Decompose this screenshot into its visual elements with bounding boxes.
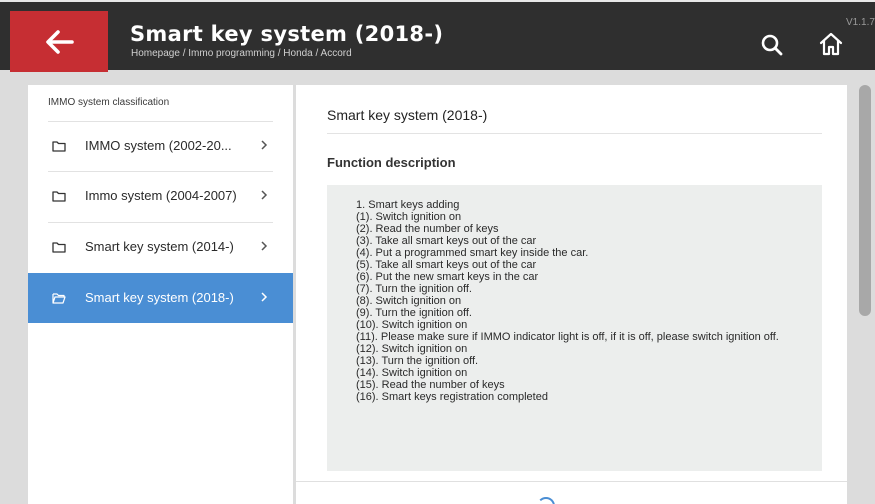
description-line: (16). Smart keys registration completed (356, 391, 548, 403)
folder-icon (52, 191, 66, 202)
folder-icon (52, 242, 66, 253)
page-title: Smart key system (2018-) (130, 22, 444, 46)
description-line: (13). Turn the ignition off. (356, 355, 479, 367)
search-icon (761, 34, 783, 56)
divider (48, 171, 273, 172)
function-description[interactable]: 1. Smart keys adding (1). Switch ignitio… (327, 185, 822, 471)
description-line: (11). Please make sure if IMMO indicator… (356, 331, 779, 343)
description-line: (2). Read the number of keys (356, 223, 499, 235)
home-icon (819, 32, 843, 56)
content-title: Smart key system (2018-) (327, 107, 488, 123)
sidebar: IMMO system classification IMMO system (… (28, 85, 293, 504)
breadcrumb: Homepage / Immo programming / Honda / Ac… (131, 48, 352, 59)
divider (48, 121, 273, 122)
description-line: (4). Put a programmed smart key inside t… (356, 247, 589, 259)
description-line: 1. Smart keys adding (356, 199, 460, 211)
folder-open-icon (52, 293, 66, 304)
sidebar-item-smart-key-2018[interactable]: Smart key system (2018-) (28, 273, 293, 323)
description-line: (10). Switch ignition on (356, 319, 468, 331)
sidebar-item-label: Immo system (2004-2007) (85, 188, 237, 203)
description-line: (12). Switch ignition on (356, 343, 468, 355)
folder-icon (52, 141, 66, 152)
back-button[interactable] (10, 11, 108, 72)
sidebar-item-smart-key-2014[interactable]: Smart key system (2014-) (28, 222, 293, 272)
content-panel: Smart key system (2018-) Function descri… (296, 85, 847, 504)
description-line: (9). Turn the ignition off. (356, 307, 472, 319)
arrow-left-icon (46, 29, 74, 54)
sidebar-item-immo-2002[interactable]: IMMO system (2002-20... (28, 121, 293, 171)
sidebar-heading: IMMO system classification (48, 97, 170, 108)
divider (296, 481, 847, 482)
description-line: (15). Read the number of keys (356, 379, 505, 391)
divider (48, 222, 273, 223)
section-heading: Function description (327, 155, 456, 170)
description-line: (14). Switch ignition on (356, 367, 468, 379)
chevron-right-icon (261, 190, 268, 200)
sidebar-item-immo-2004[interactable]: Immo system (2004-2007) (28, 171, 293, 221)
scrollbar[interactable] (859, 85, 871, 316)
search-button[interactable] (759, 32, 785, 58)
description-line: (1). Switch ignition on (356, 211, 462, 223)
description-line: (6). Put the new smart keys in the car (356, 271, 539, 283)
action-button[interactable] (537, 497, 555, 504)
divider (327, 133, 822, 134)
description-line: (8). Switch ignition on (356, 295, 462, 307)
chevron-right-icon (261, 292, 268, 302)
description-line: (3). Take all smart keys out of the car (356, 235, 537, 247)
sidebar-item-label: Smart key system (2018-) (85, 290, 234, 305)
sidebar-item-label: Smart key system (2014-) (85, 239, 234, 254)
top-bar: Smart key system (2018-) Homepage / Immo… (0, 0, 875, 72)
sidebar-item-label: IMMO system (2002-20... (85, 138, 232, 153)
description-line: (5). Take all smart keys out of the car (356, 259, 537, 271)
chevron-right-icon (261, 241, 268, 251)
description-line: (7). Turn the ignition off. (356, 283, 472, 295)
version-label: V1.1.7 (846, 17, 875, 28)
home-button[interactable] (817, 30, 845, 58)
chevron-right-icon (261, 140, 268, 150)
